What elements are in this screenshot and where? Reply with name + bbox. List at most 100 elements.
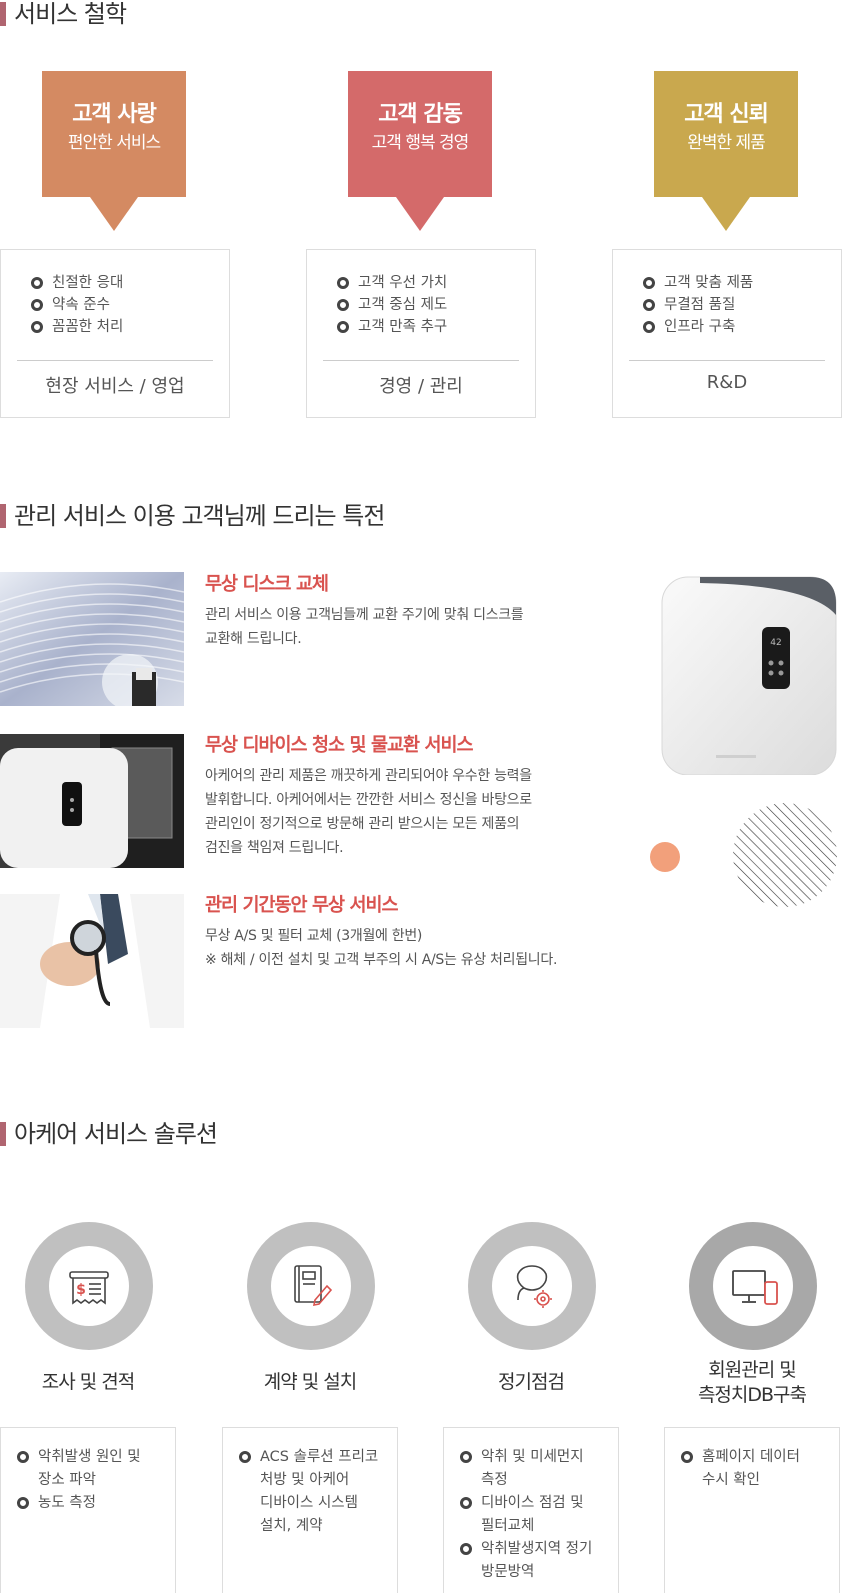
solution-name-line: 정기점검 <box>498 1371 565 1393</box>
disk-photo <box>0 572 184 706</box>
receipt-icon: $ <box>49 1246 129 1326</box>
philosophy-section-title: 서비스 철학 <box>0 0 127 28</box>
contract-icon <box>271 1246 351 1326</box>
benefit-description-line: 무상 A/S 및 필터 교체 (3개월에 한번) <box>205 928 423 944</box>
list-item: 친절한 응대 <box>31 272 123 294</box>
philosophy-heading-box: 고객 신뢰완벽한 제품 <box>654 71 798 231</box>
benefit-description-line: ※ 해체 / 이전 설치 및 고객 부주의 시 A/S는 유상 처리됩니다. <box>205 952 558 968</box>
list-item-line: ACS 솔루션 프리코 <box>260 1449 379 1465</box>
benefit-description: 무상 A/S 및 필터 교체 (3개월에 한번) ※ 해체 / 이전 설치 및 고… <box>205 924 595 972</box>
list-item-line: 악취 및 미세먼지 <box>481 1449 584 1465</box>
solution-name: 조사 및 견적 <box>0 1370 196 1395</box>
device-cleaning-photo <box>0 734 184 868</box>
solution-name-line: 계약 및 설치 <box>263 1371 357 1393</box>
benefit-title: 무상 디바이스 청소 및 물교환 서비스 <box>205 735 474 756</box>
solution-card: 홈페이지 데이터수시 확인 <box>664 1427 840 1593</box>
philosophy-subheading: 편안한 서비스 <box>67 133 161 153</box>
solution-list: 홈페이지 데이터수시 확인 <box>681 1446 831 1492</box>
solution-name-line: 회원관리 및 <box>708 1359 796 1381</box>
list-item: 고객 만족 추구 <box>337 316 447 338</box>
philosophy-card: 친절한 응대 약속 준수 꼼꼼한 처리현장 서비스 / 영업 <box>0 249 230 418</box>
philosophy-list: 고객 우선 가치 고객 중심 제도 고객 만족 추구 <box>337 272 447 338</box>
list-item-line: 처방 및 아케어 <box>260 1472 350 1488</box>
monitor-mobile-icon <box>713 1246 793 1326</box>
svg-text:42: 42 <box>770 638 781 648</box>
benefit-description-line: 발휘합니다. 아케어에서는 깐깐한 서비스 정신을 바탕으로 <box>205 792 532 808</box>
pointer-arrow <box>90 197 138 231</box>
benefit-title: 관리 기간동안 무상 서비스 <box>205 895 399 916</box>
list-item-line: 수시 확인 <box>702 1472 760 1488</box>
solution-name: 회원관리 및측정치DB구축 <box>644 1358 850 1408</box>
list-item-line: 장소 파악 <box>38 1472 96 1488</box>
solution-name-line: 조사 및 견적 <box>41 1371 135 1393</box>
list-item-line: 디바이스 점검 및 <box>481 1495 584 1511</box>
user-gear-icon <box>492 1246 572 1326</box>
orange-dot-decoration <box>650 842 680 872</box>
philosophy-heading-box: 고객 사랑편안한 서비스 <box>42 71 186 231</box>
solution-icon-circle <box>247 1222 375 1350</box>
list-item-line: 측정 <box>481 1472 508 1488</box>
benefit-description-line: 교환해 드립니다. <box>205 631 302 647</box>
list-item: 악취발생지역 정기방문방역 <box>460 1538 610 1584</box>
philosophy-list: 고객 맞춤 제품 무결점 품질 인프라 구축 <box>643 272 753 338</box>
philosophy-heading-box: 고객 감동고객 행복 경영 <box>348 71 492 231</box>
list-item: 꼼꼼한 처리 <box>31 316 123 338</box>
solution-name-line: 측정치DB구축 <box>697 1384 807 1406</box>
philosophy-subheading: 완벽한 제품 <box>687 133 766 153</box>
solution-list: 악취발생 원인 및 장소 파악농도 측정 <box>17 1446 167 1515</box>
benefit-title: 무상 디스크 교체 <box>205 574 329 595</box>
philosophy-heading: 고객 신뢰 <box>684 102 769 127</box>
pointer-arrow <box>702 197 750 231</box>
list-item-line: 필터교체 <box>481 1518 535 1534</box>
list-item: 인프라 구축 <box>643 316 753 338</box>
pointer-arrow <box>396 197 444 231</box>
solutions-section-title: 아케어 서비스 솔루션 <box>0 1120 218 1148</box>
hatched-circle-decoration <box>732 802 838 908</box>
solution-card: 악취 및 미세먼지측정디바이스 점검 및필터교체악취발생지역 정기방문방역 <box>443 1427 619 1593</box>
philosophy-subheading: 고객 행복 경영 <box>371 133 470 153</box>
philosophy-heading: 고객 감동 <box>378 102 463 127</box>
svg-text:$: $ <box>76 1282 86 1298</box>
list-item: ACS 솔루션 프리코 처방 및 아케어 디바이스 시스템 설치, 계약 <box>239 1446 389 1538</box>
solution-icon-circle <box>468 1222 596 1350</box>
divider <box>323 360 519 361</box>
list-item: 디바이스 점검 및필터교체 <box>460 1492 610 1538</box>
benefit-description-line: 관리 서비스 이용 고객님들께 교환 주기에 맞춰 디스크를 <box>205 607 524 623</box>
list-item: 악취발생 원인 및 장소 파악 <box>17 1446 167 1492</box>
list-item: 홈페이지 데이터수시 확인 <box>681 1446 831 1492</box>
solution-name: 정기점검 <box>423 1370 639 1395</box>
benefit-description-line: 아케어의 관리 제품은 깨끗하게 관리되어야 우수한 능력을 <box>205 768 532 784</box>
solution-list: 악취 및 미세먼지측정디바이스 점검 및필터교체악취발생지역 정기방문방역 <box>460 1446 610 1584</box>
philosophy-footer: 경영 / 관리 <box>379 376 463 397</box>
list-item-line: 홈페이지 데이터 <box>702 1449 800 1465</box>
list-item-line: 악취발생지역 정기 <box>481 1541 593 1557</box>
solution-icon-circle <box>689 1222 817 1350</box>
philosophy-card: 고객 맞춤 제품 무결점 품질 인프라 구축 R&D <box>612 249 842 418</box>
list-item: 고객 중심 제도 <box>337 294 447 316</box>
benefit-description-line: 검진을 책임져 드립니다. <box>205 840 344 856</box>
solution-card: 악취발생 원인 및 장소 파악농도 측정 <box>0 1427 176 1593</box>
philosophy-card: 고객 우선 가치 고객 중심 제도 고객 만족 추구경영 / 관리 <box>306 249 536 418</box>
solution-icon-circle: $ <box>25 1222 153 1350</box>
list-item: 농도 측정 <box>17 1492 167 1515</box>
philosophy-heading: 고객 사랑 <box>72 102 157 127</box>
list-item: 약속 준수 <box>31 294 123 316</box>
divider <box>17 360 213 361</box>
list-item-line: 설치, 계약 <box>260 1518 323 1534</box>
divider <box>629 360 825 361</box>
list-item: 무결점 품질 <box>643 294 753 316</box>
doctor-stethoscope-photo <box>0 894 184 1028</box>
solution-card: ACS 솔루션 프리코 처방 및 아케어 디바이스 시스템 설치, 계약 <box>222 1427 398 1593</box>
list-item-line: 농도 측정 <box>38 1495 96 1511</box>
philosophy-list: 친절한 응대 약속 준수 꼼꼼한 처리 <box>31 272 123 338</box>
benefits-section-title: 관리 서비스 이용 고객님께 드리는 특전 <box>0 502 385 530</box>
benefit-description: 아케어의 관리 제품은 깨끗하게 관리되어야 우수한 능력을발휘합니다. 아케어… <box>205 764 595 860</box>
benefit-description-line: 관리인이 정기적으로 방문해 관리 받으시는 모든 제품의 <box>205 816 520 832</box>
list-item: 악취 및 미세먼지측정 <box>460 1446 610 1492</box>
philosophy-footer: R&D <box>706 372 748 393</box>
solution-list: ACS 솔루션 프리코 처방 및 아케어 디바이스 시스템 설치, 계약 <box>239 1446 389 1538</box>
list-item: 고객 맞춤 제품 <box>643 272 753 294</box>
philosophy-footer: 현장 서비스 / 영업 <box>45 376 185 397</box>
list-item-line: 방문방역 <box>481 1564 535 1580</box>
list-item: 고객 우선 가치 <box>337 272 447 294</box>
